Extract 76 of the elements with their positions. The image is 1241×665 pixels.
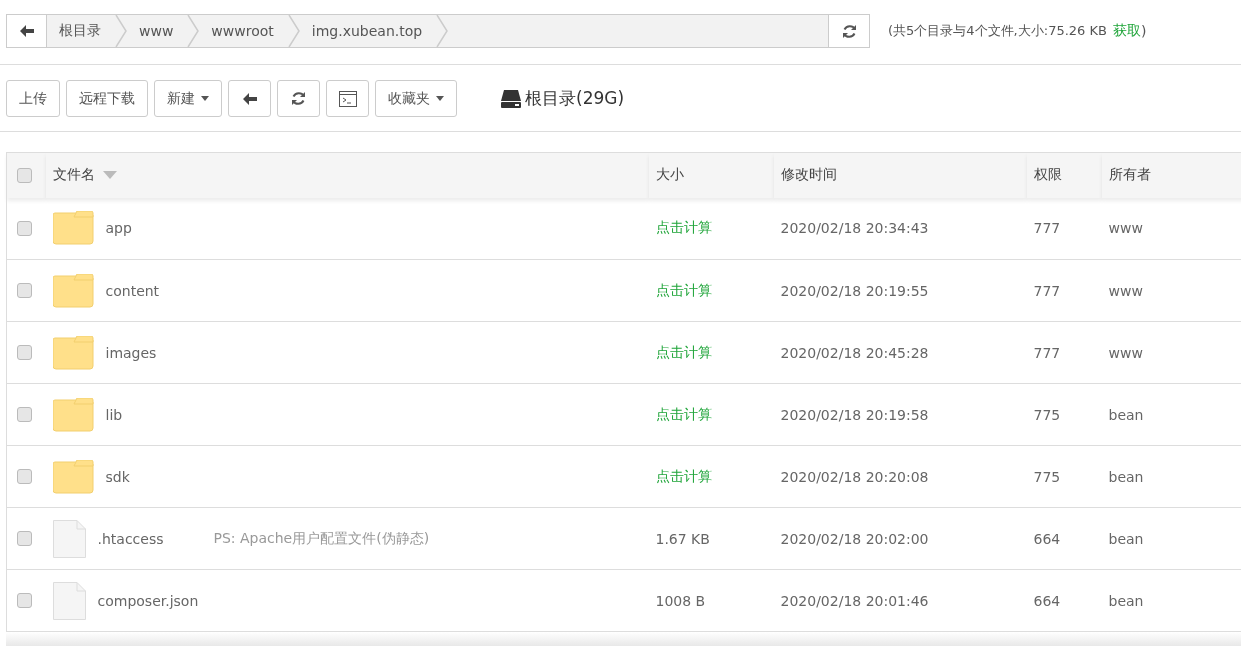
caret-icon xyxy=(201,96,209,101)
refresh-icon xyxy=(841,23,857,39)
modified-time: 2020/02/18 20:34:43 xyxy=(780,220,929,237)
back-arrow-icon xyxy=(18,24,35,38)
back-button[interactable] xyxy=(7,15,47,47)
refresh-icon xyxy=(291,91,306,106)
owner: bean xyxy=(1108,406,1144,423)
row-checkbox[interactable] xyxy=(17,469,32,484)
file-size: 1.67 KB xyxy=(655,530,710,547)
modified-time: 2020/02/18 20:19:55 xyxy=(780,282,929,299)
column-header[interactable]: 修改时间 xyxy=(780,166,837,183)
toolbar-button[interactable]: 上传 xyxy=(6,80,60,117)
folder-icon xyxy=(52,459,94,494)
permission: 664 xyxy=(1033,592,1061,609)
breadcrumb-item[interactable]: www xyxy=(127,15,188,47)
file-size: 1008 B xyxy=(655,592,706,609)
permission: 777 xyxy=(1033,220,1061,237)
disk-icon xyxy=(501,89,521,108)
caret-icon xyxy=(436,96,444,101)
file-name[interactable]: images xyxy=(105,344,157,361)
directory-summary: (共5个目录与4个文件,大小:75.26 KB xyxy=(888,22,1107,40)
column-header[interactable]: 文件名 xyxy=(52,166,95,185)
sort-caret-icon xyxy=(102,171,117,180)
dropdown-button[interactable]: 新建 xyxy=(154,80,222,117)
modified-time: 2020/02/18 20:02:00 xyxy=(780,530,929,547)
permission: 775 xyxy=(1033,468,1061,485)
file-name[interactable]: content xyxy=(105,282,160,299)
row-checkbox[interactable] xyxy=(17,407,32,422)
disk-label: 根目录(29G) xyxy=(525,87,625,110)
back-button[interactable] xyxy=(228,80,271,117)
owner: bean xyxy=(1108,592,1144,609)
permission: 777 xyxy=(1033,344,1061,361)
summary-paren: ) xyxy=(1140,23,1147,39)
permission: 777 xyxy=(1033,282,1061,299)
breadcrumb-item[interactable]: 根目录 xyxy=(47,15,115,47)
owner: www xyxy=(1108,344,1143,361)
owner: bean xyxy=(1108,468,1144,485)
refresh-button[interactable] xyxy=(828,15,869,47)
file-name[interactable]: sdk xyxy=(105,468,130,485)
modified-time: 2020/02/18 20:20:08 xyxy=(780,468,929,485)
terminal-button[interactable] xyxy=(326,80,369,117)
file-name[interactable]: composer.json xyxy=(97,592,199,609)
owner: www xyxy=(1108,220,1143,237)
modified-time: 2020/02/18 20:19:58 xyxy=(780,406,929,423)
back-arrow-icon xyxy=(241,91,258,106)
permission: 664 xyxy=(1033,530,1061,547)
column-header[interactable]: 权限 xyxy=(1033,166,1062,183)
folder-icon xyxy=(52,335,94,370)
file-name[interactable]: .htaccess xyxy=(97,530,164,547)
file-name[interactable]: lib xyxy=(105,406,123,423)
folder-icon xyxy=(52,211,94,246)
file-name[interactable]: app xyxy=(105,220,132,237)
row-checkbox[interactable] xyxy=(17,345,32,360)
toolbar-button[interactable]: 远程下载 xyxy=(66,80,148,117)
row-checkbox[interactable] xyxy=(17,531,32,546)
folder-icon xyxy=(52,273,94,308)
select-all-checkbox[interactable] xyxy=(17,167,32,183)
modified-time: 2020/02/18 20:01:46 xyxy=(780,592,929,609)
file-icon xyxy=(52,519,86,558)
file-note: PS: Apache用户配置文件(伪静态) xyxy=(213,529,430,548)
refresh-button[interactable] xyxy=(277,80,320,117)
dropdown-button[interactable]: 收藏夹 xyxy=(375,80,457,117)
breadcrumb-item[interactable]: img.xubean.top xyxy=(299,15,437,47)
folder-icon xyxy=(52,397,94,432)
owner: bean xyxy=(1108,530,1144,547)
terminal-icon xyxy=(338,90,357,107)
row-checkbox[interactable] xyxy=(17,220,32,236)
row-checkbox[interactable] xyxy=(17,283,32,298)
file-icon xyxy=(52,581,86,620)
permission: 775 xyxy=(1033,406,1061,423)
breadcrumb-item[interactable]: wwwroot xyxy=(199,15,288,47)
modified-time: 2020/02/18 20:45:28 xyxy=(780,344,929,361)
column-header[interactable]: 所有者 xyxy=(1108,166,1151,183)
owner: www xyxy=(1108,282,1143,299)
row-checkbox[interactable] xyxy=(17,593,32,608)
column-header[interactable]: 大小 xyxy=(655,166,684,183)
